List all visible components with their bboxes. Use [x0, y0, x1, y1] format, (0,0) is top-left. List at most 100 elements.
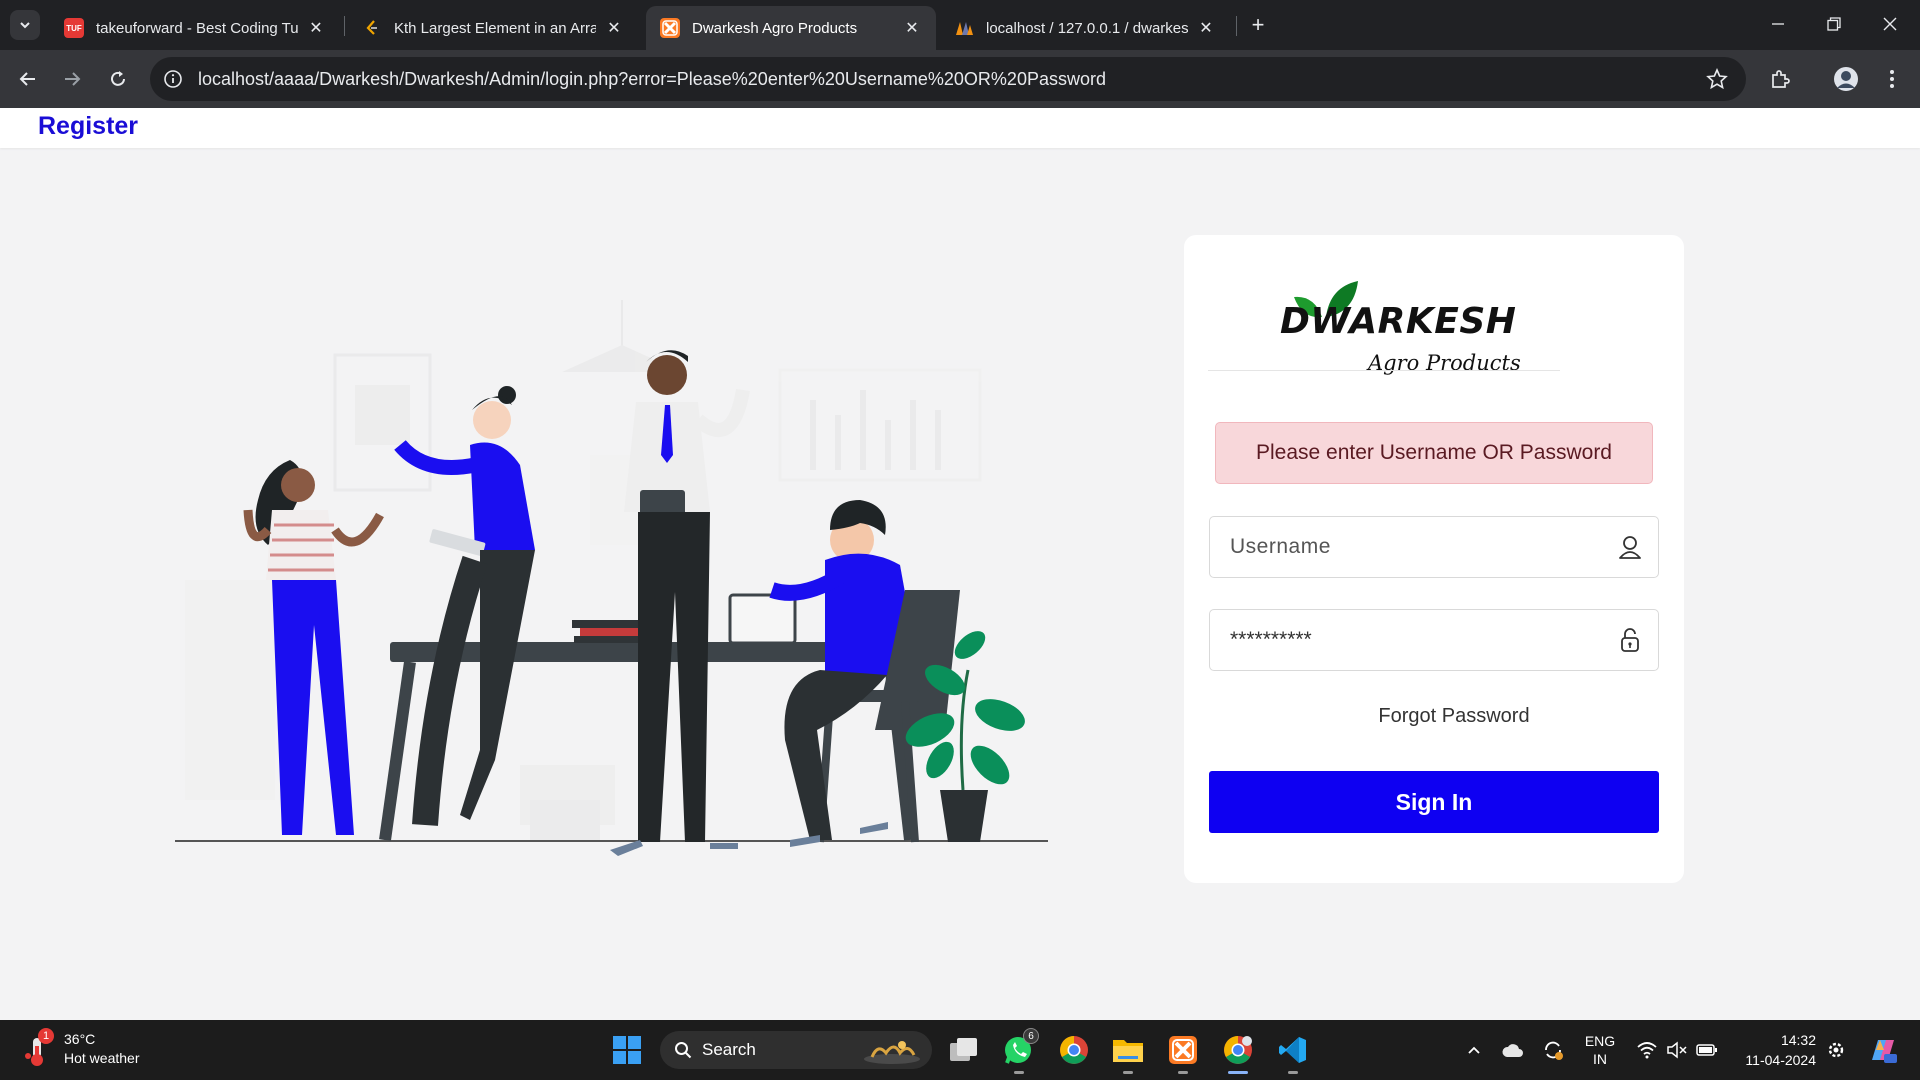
url-text: localhost/aaaa/Dwarkesh/Dwarkesh/Admin/l… [198, 68, 1106, 89]
whatsapp-app[interactable]: 6 [999, 1028, 1039, 1074]
back-button[interactable] [12, 63, 44, 95]
vscode-app[interactable] [1273, 1030, 1313, 1074]
new-tab-button[interactable]: + [1245, 12, 1271, 38]
username-input[interactable] [1210, 517, 1610, 577]
close-tab-icon[interactable]: ✕ [604, 18, 624, 38]
close-tab-icon[interactable]: ✕ [306, 18, 326, 38]
team-meeting-illustration [175, 300, 1048, 856]
tab-search-button[interactable] [10, 10, 40, 40]
chevron-down-icon [20, 22, 30, 29]
cloud-icon [1502, 1044, 1523, 1057]
phpmyadmin-icon [954, 18, 974, 38]
tab-title: takeuforward - Best Coding Tut [96, 19, 298, 37]
minimize-button[interactable] [1758, 8, 1798, 40]
weather-desc: Hot weather [64, 1050, 140, 1066]
browser-tab-phpmyadmin[interactable]: localhost / 127.0.0.1 / dwarkesh ✕ [940, 6, 1230, 50]
site-info-icon[interactable] [162, 68, 184, 90]
whatsapp-badge: 6 [1023, 1028, 1039, 1044]
windows-logo-icon [613, 1036, 641, 1064]
language-code: ENG [1584, 1033, 1616, 1049]
wifi-tray[interactable] [1634, 1020, 1660, 1080]
forgot-password-link[interactable]: Forgot Password [1184, 705, 1684, 728]
start-button[interactable] [607, 1030, 647, 1070]
back-arrow-icon [19, 72, 35, 86]
tab-title: Kth Largest Element in an Array [394, 19, 596, 37]
bookmark-star-icon[interactable] [1706, 67, 1728, 90]
password-input[interactable] [1210, 610, 1610, 670]
chrome-profile-app[interactable] [1218, 1030, 1258, 1074]
browser-tab-takeuforward[interactable]: TUF takeuforward - Best Coding Tut ✕ [50, 6, 340, 50]
volume-tray[interactable] [1664, 1020, 1690, 1080]
forward-arrow-icon [65, 72, 81, 86]
onedrive-tray[interactable] [1498, 1020, 1528, 1080]
username-field [1209, 516, 1659, 578]
login-card: DWARKESH Agro Products Please enter User… [1184, 235, 1684, 883]
browser-tab-leetcode[interactable]: Kth Largest Element in an Array ✕ [348, 6, 638, 50]
chrome-icon [1060, 1036, 1088, 1064]
clock[interactable]: 14:32 11-04-2024 [1720, 1030, 1816, 1070]
language-indicator[interactable]: ENG IN [1578, 1020, 1622, 1080]
running-indicator [1123, 1071, 1133, 1074]
profile-avatar[interactable] [1830, 63, 1862, 95]
logo-divider [1208, 370, 1560, 371]
weather-widget[interactable]: 1 36°C Hot weather [24, 1028, 140, 1068]
close-tab-icon[interactable]: ✕ [1196, 18, 1216, 38]
puzzle-icon [1772, 70, 1790, 88]
lock-icon [1616, 626, 1644, 654]
page-header: Register [0, 108, 1920, 148]
weather-temp: 36°C [64, 1031, 96, 1047]
copilot-icon [1872, 1040, 1897, 1063]
search-highlight-icon [864, 1041, 920, 1064]
tab-divider [1236, 16, 1237, 36]
browser-tab-bar: TUF takeuforward - Best Coding Tut ✕ Kth… [0, 0, 1920, 50]
register-link[interactable]: Register [38, 112, 138, 141]
chrome-app[interactable] [1054, 1030, 1094, 1070]
password-field [1209, 609, 1659, 671]
battery-icon [1696, 1044, 1717, 1056]
wifi-icon [1637, 1042, 1657, 1059]
show-hidden-icons-button[interactable] [1460, 1020, 1488, 1080]
extensions-button[interactable] [1764, 63, 1796, 95]
logo-tagline: Agro Products [1368, 351, 1521, 375]
logo-brand: DWARKESH [1280, 301, 1517, 342]
tuf-icon: TUF [64, 18, 84, 38]
running-indicator [1228, 1071, 1248, 1074]
volume-muted-icon [1667, 1041, 1687, 1059]
battery-tray[interactable] [1694, 1020, 1720, 1080]
clock-date: 11-04-2024 [1745, 1052, 1816, 1068]
close-icon [1883, 17, 1897, 31]
close-window-button[interactable] [1870, 8, 1910, 40]
browser-toolbar: localhost/aaaa/Dwarkesh/Dwarkesh/Admin/l… [0, 50, 1920, 108]
running-indicator [1288, 1071, 1298, 1074]
copilot-button[interactable] [1864, 1020, 1900, 1080]
thermometer-icon: 1 [24, 1028, 58, 1068]
reload-button[interactable] [102, 63, 134, 95]
search-label: Search [702, 1040, 756, 1059]
windows-taskbar: 1 36°C Hot weather Search 6 ENG IN 14:32… [0, 1020, 1920, 1080]
task-view-button[interactable] [944, 1030, 984, 1070]
leetcode-icon [362, 18, 382, 38]
close-tab-icon[interactable]: ✕ [902, 18, 922, 38]
region-code: IN [1593, 1051, 1607, 1067]
restore-button[interactable] [1814, 8, 1854, 40]
browser-menu-button[interactable] [1876, 63, 1908, 95]
reload-icon [111, 71, 125, 86]
avatar-icon [1834, 67, 1858, 91]
browser-tab-dwarkesh[interactable]: Dwarkesh Agro Products ✕ [646, 6, 936, 50]
tab-title: Dwarkesh Agro Products [692, 19, 858, 37]
sync-tray[interactable] [1538, 1020, 1568, 1080]
sync-icon [1545, 1041, 1563, 1060]
taskbar-search[interactable]: Search [660, 1031, 932, 1069]
tab-title: localhost / 127.0.0.1 / dwarkesh [986, 19, 1188, 37]
sign-in-button[interactable]: Sign In [1209, 771, 1659, 833]
tab-divider [344, 16, 345, 36]
running-indicator [1178, 1071, 1188, 1074]
xampp-app[interactable] [1163, 1030, 1203, 1074]
address-bar[interactable]: localhost/aaaa/Dwarkesh/Dwarkesh/Admin/l… [150, 57, 1746, 101]
minimize-icon [1772, 23, 1784, 25]
file-explorer-app[interactable] [1108, 1030, 1148, 1074]
notification-gear-icon [1828, 1042, 1844, 1058]
forward-button[interactable] [56, 63, 88, 95]
notifications-tray[interactable] [1822, 1020, 1850, 1080]
more-vert-icon [1890, 70, 1894, 88]
